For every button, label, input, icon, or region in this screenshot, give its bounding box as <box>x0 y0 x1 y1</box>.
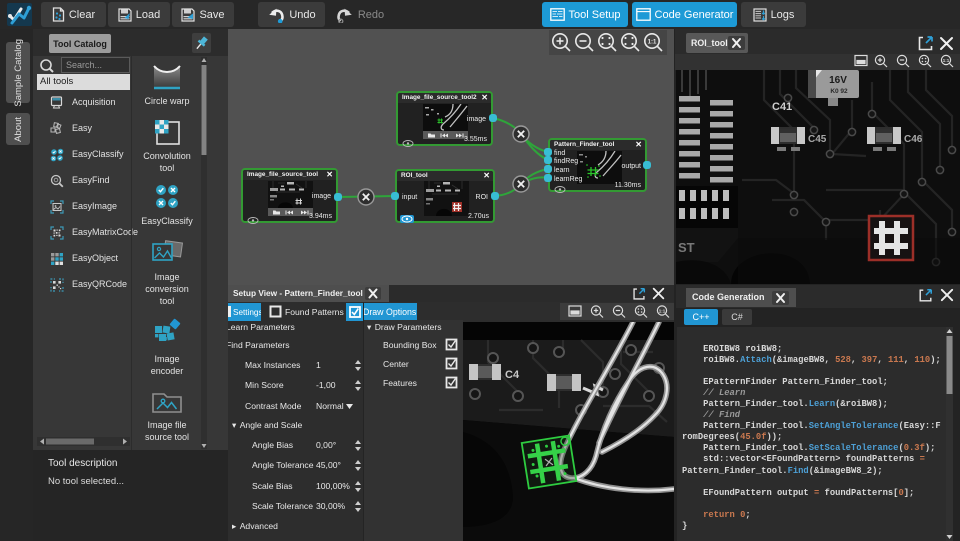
svg-text:C46: C46 <box>904 134 923 145</box>
svg-text:K0 92: K0 92 <box>830 88 848 95</box>
svg-text:C4: C4 <box>505 369 520 381</box>
svg-text:C41: C41 <box>772 101 792 113</box>
svg-text:C45: C45 <box>808 134 827 145</box>
svg-text:1:1: 1:1 <box>659 309 666 314</box>
svg-text:ST: ST <box>678 240 695 255</box>
svg-text:1:1: 1:1 <box>943 58 950 63</box>
svg-text:16V: 16V <box>829 75 847 86</box>
